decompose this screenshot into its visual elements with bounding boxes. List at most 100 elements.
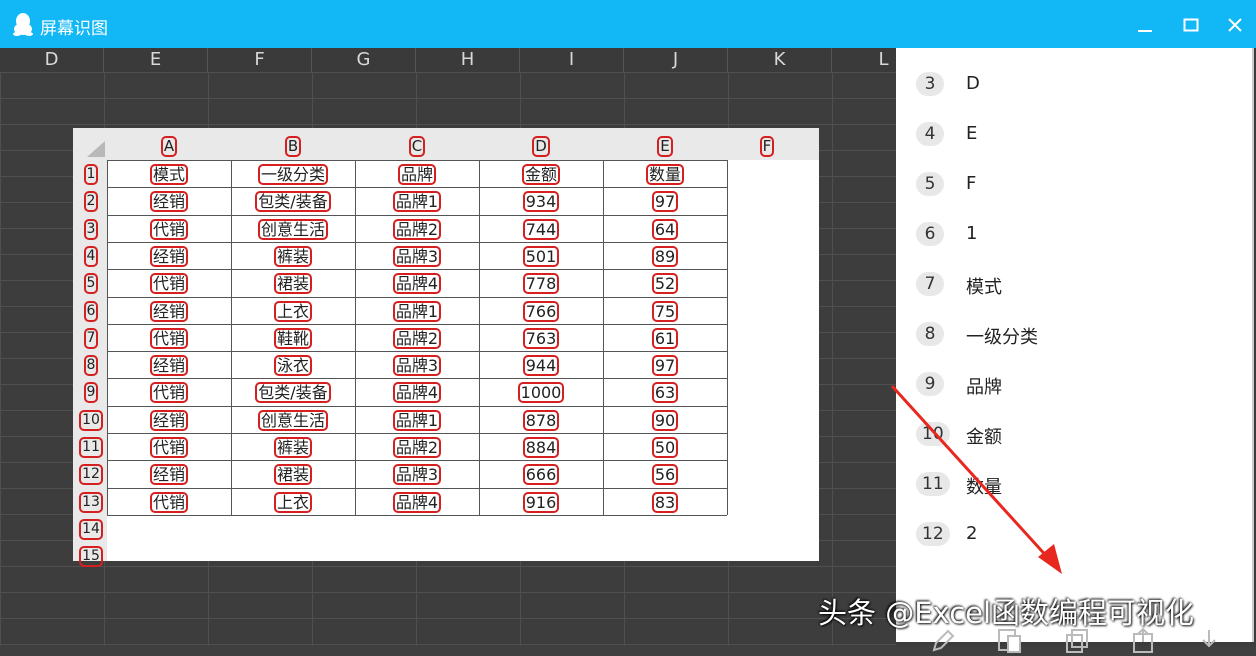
table-cell: 90: [603, 409, 727, 431]
minimize-icon: [1138, 30, 1152, 32]
row-number: 4: [83, 245, 99, 267]
table-gridline: [107, 351, 727, 353]
result-text: 2: [966, 523, 978, 544]
table-cell: 64: [603, 218, 727, 240]
cell-text: 品牌1: [392, 191, 442, 213]
cell-text: 品牌3: [392, 355, 442, 377]
row-number-cell: 10: [75, 409, 107, 431]
table-gridline: [107, 487, 727, 489]
column-letter-cell: E: [603, 136, 727, 157]
cell-text: 501: [522, 245, 560, 267]
header-text: 一级分类: [257, 164, 328, 185]
row-number-cell: 2: [75, 191, 107, 213]
cell-text: 944: [522, 355, 560, 377]
ocr-result-panel[interactable]: 3 D 4 E 5 F 6 1 7 模式 8 一级分类 9 品牌 10 金额 11 数量 12 2: [896, 48, 1254, 653]
minimize-button[interactable]: [1130, 10, 1160, 40]
header-text: 金额: [521, 164, 560, 185]
cell-text: 763: [522, 327, 560, 349]
result-index-badge: 7: [916, 272, 944, 296]
cell-text: 934: [522, 191, 560, 213]
row-number: 9: [83, 382, 99, 404]
row-number-cell: 12: [75, 464, 107, 486]
table-cell: 97: [603, 355, 727, 377]
penguin-logo-icon: [13, 13, 33, 36]
result-text: E: [966, 123, 978, 144]
cell-text: 56: [651, 464, 679, 486]
table-cell: 品牌2: [355, 327, 479, 349]
table-cell: 代销: [107, 437, 231, 458]
table-cell: 89: [603, 245, 727, 267]
column-letter-cell: F: [727, 136, 807, 157]
table-gridline: [107, 433, 727, 434]
cell-text: 经销: [149, 300, 188, 322]
column-letter-cell: B: [231, 136, 355, 157]
table-cell: 878: [479, 409, 603, 431]
table-cell: 代销: [107, 327, 231, 349]
cell-text: 97: [651, 191, 679, 213]
cell-text: 裤装: [273, 245, 312, 267]
cell-text: 代销: [149, 491, 188, 513]
row-number: 11: [79, 437, 103, 458]
table-cell: 1000: [479, 382, 603, 404]
table-header-cell: 一级分类: [231, 164, 355, 185]
cell-text: 经销: [149, 464, 188, 486]
table-cell: 经销: [107, 464, 231, 486]
row-number-cell: 11: [75, 437, 107, 458]
row-number: 2: [83, 191, 99, 213]
cell-text: 品牌2: [392, 327, 442, 349]
cell-text: 裙装: [273, 273, 312, 295]
title-bar[interactable]: 屏幕识图: [0, 0, 1256, 48]
table-cell: 品牌4: [355, 382, 479, 404]
table-header-cell: 金额: [479, 164, 603, 185]
row-number: 15: [79, 546, 103, 568]
table-cell: 代销: [107, 273, 231, 295]
table-cell: 上衣: [231, 300, 355, 322]
table-cell: 上衣: [231, 491, 355, 513]
table-cell: 代销: [107, 382, 231, 404]
table-cell: 创意生活: [231, 218, 355, 240]
result-text: 1: [966, 223, 978, 244]
cell-text: 878: [522, 409, 560, 431]
result-index-badge: 3: [916, 72, 944, 96]
table-cell: 61: [603, 327, 727, 349]
cell-text: 50: [651, 437, 679, 458]
cell-text: 上衣: [273, 491, 312, 513]
cell-text: 代销: [149, 437, 188, 458]
cell-text: 创意生活: [257, 409, 328, 431]
result-index-badge: 4: [916, 122, 944, 146]
cell-text: 品牌4: [392, 273, 442, 295]
row-number-cell: 1: [75, 164, 107, 185]
table-cell: 666: [479, 464, 603, 486]
table-cell: 创意生活: [231, 409, 355, 431]
table-cell: 包类/装备: [231, 191, 355, 213]
cell-text: 经销: [149, 355, 188, 377]
table-cell: 经销: [107, 355, 231, 377]
table-cell: 52: [603, 273, 727, 295]
download-icon[interactable]: [1194, 626, 1224, 656]
table-cell: 品牌3: [355, 464, 479, 486]
close-button[interactable]: [1220, 10, 1250, 40]
cell-text: 经销: [149, 409, 188, 431]
row-number: 10: [79, 409, 103, 431]
table-cell: 包类/装备: [231, 382, 355, 404]
row-number-cell: 5: [75, 273, 107, 295]
table-gridline: [107, 214, 727, 216]
window-title: 屏幕识图: [40, 19, 108, 39]
cell-text: 品牌2: [392, 218, 442, 240]
table-cell: 品牌3: [355, 245, 479, 267]
column-letter: A: [160, 136, 178, 157]
cell-text: 766: [522, 300, 560, 322]
table-gridline: [107, 378, 727, 380]
cell-text: 包类/装备: [255, 382, 331, 404]
table-cell: 品牌2: [355, 218, 479, 240]
table-cell: 品牌1: [355, 191, 479, 213]
cell-text: 品牌1: [392, 300, 442, 322]
row-number-cell: 6: [75, 300, 107, 322]
row-number-cell: 8: [75, 355, 107, 377]
table-cell: 经销: [107, 191, 231, 213]
maximize-button[interactable]: [1176, 10, 1206, 40]
row-number-cell: 14: [75, 518, 107, 540]
sheet-column-header: D: [0, 48, 104, 72]
table-cell: 778: [479, 273, 603, 295]
header-text: 品牌: [397, 164, 436, 185]
